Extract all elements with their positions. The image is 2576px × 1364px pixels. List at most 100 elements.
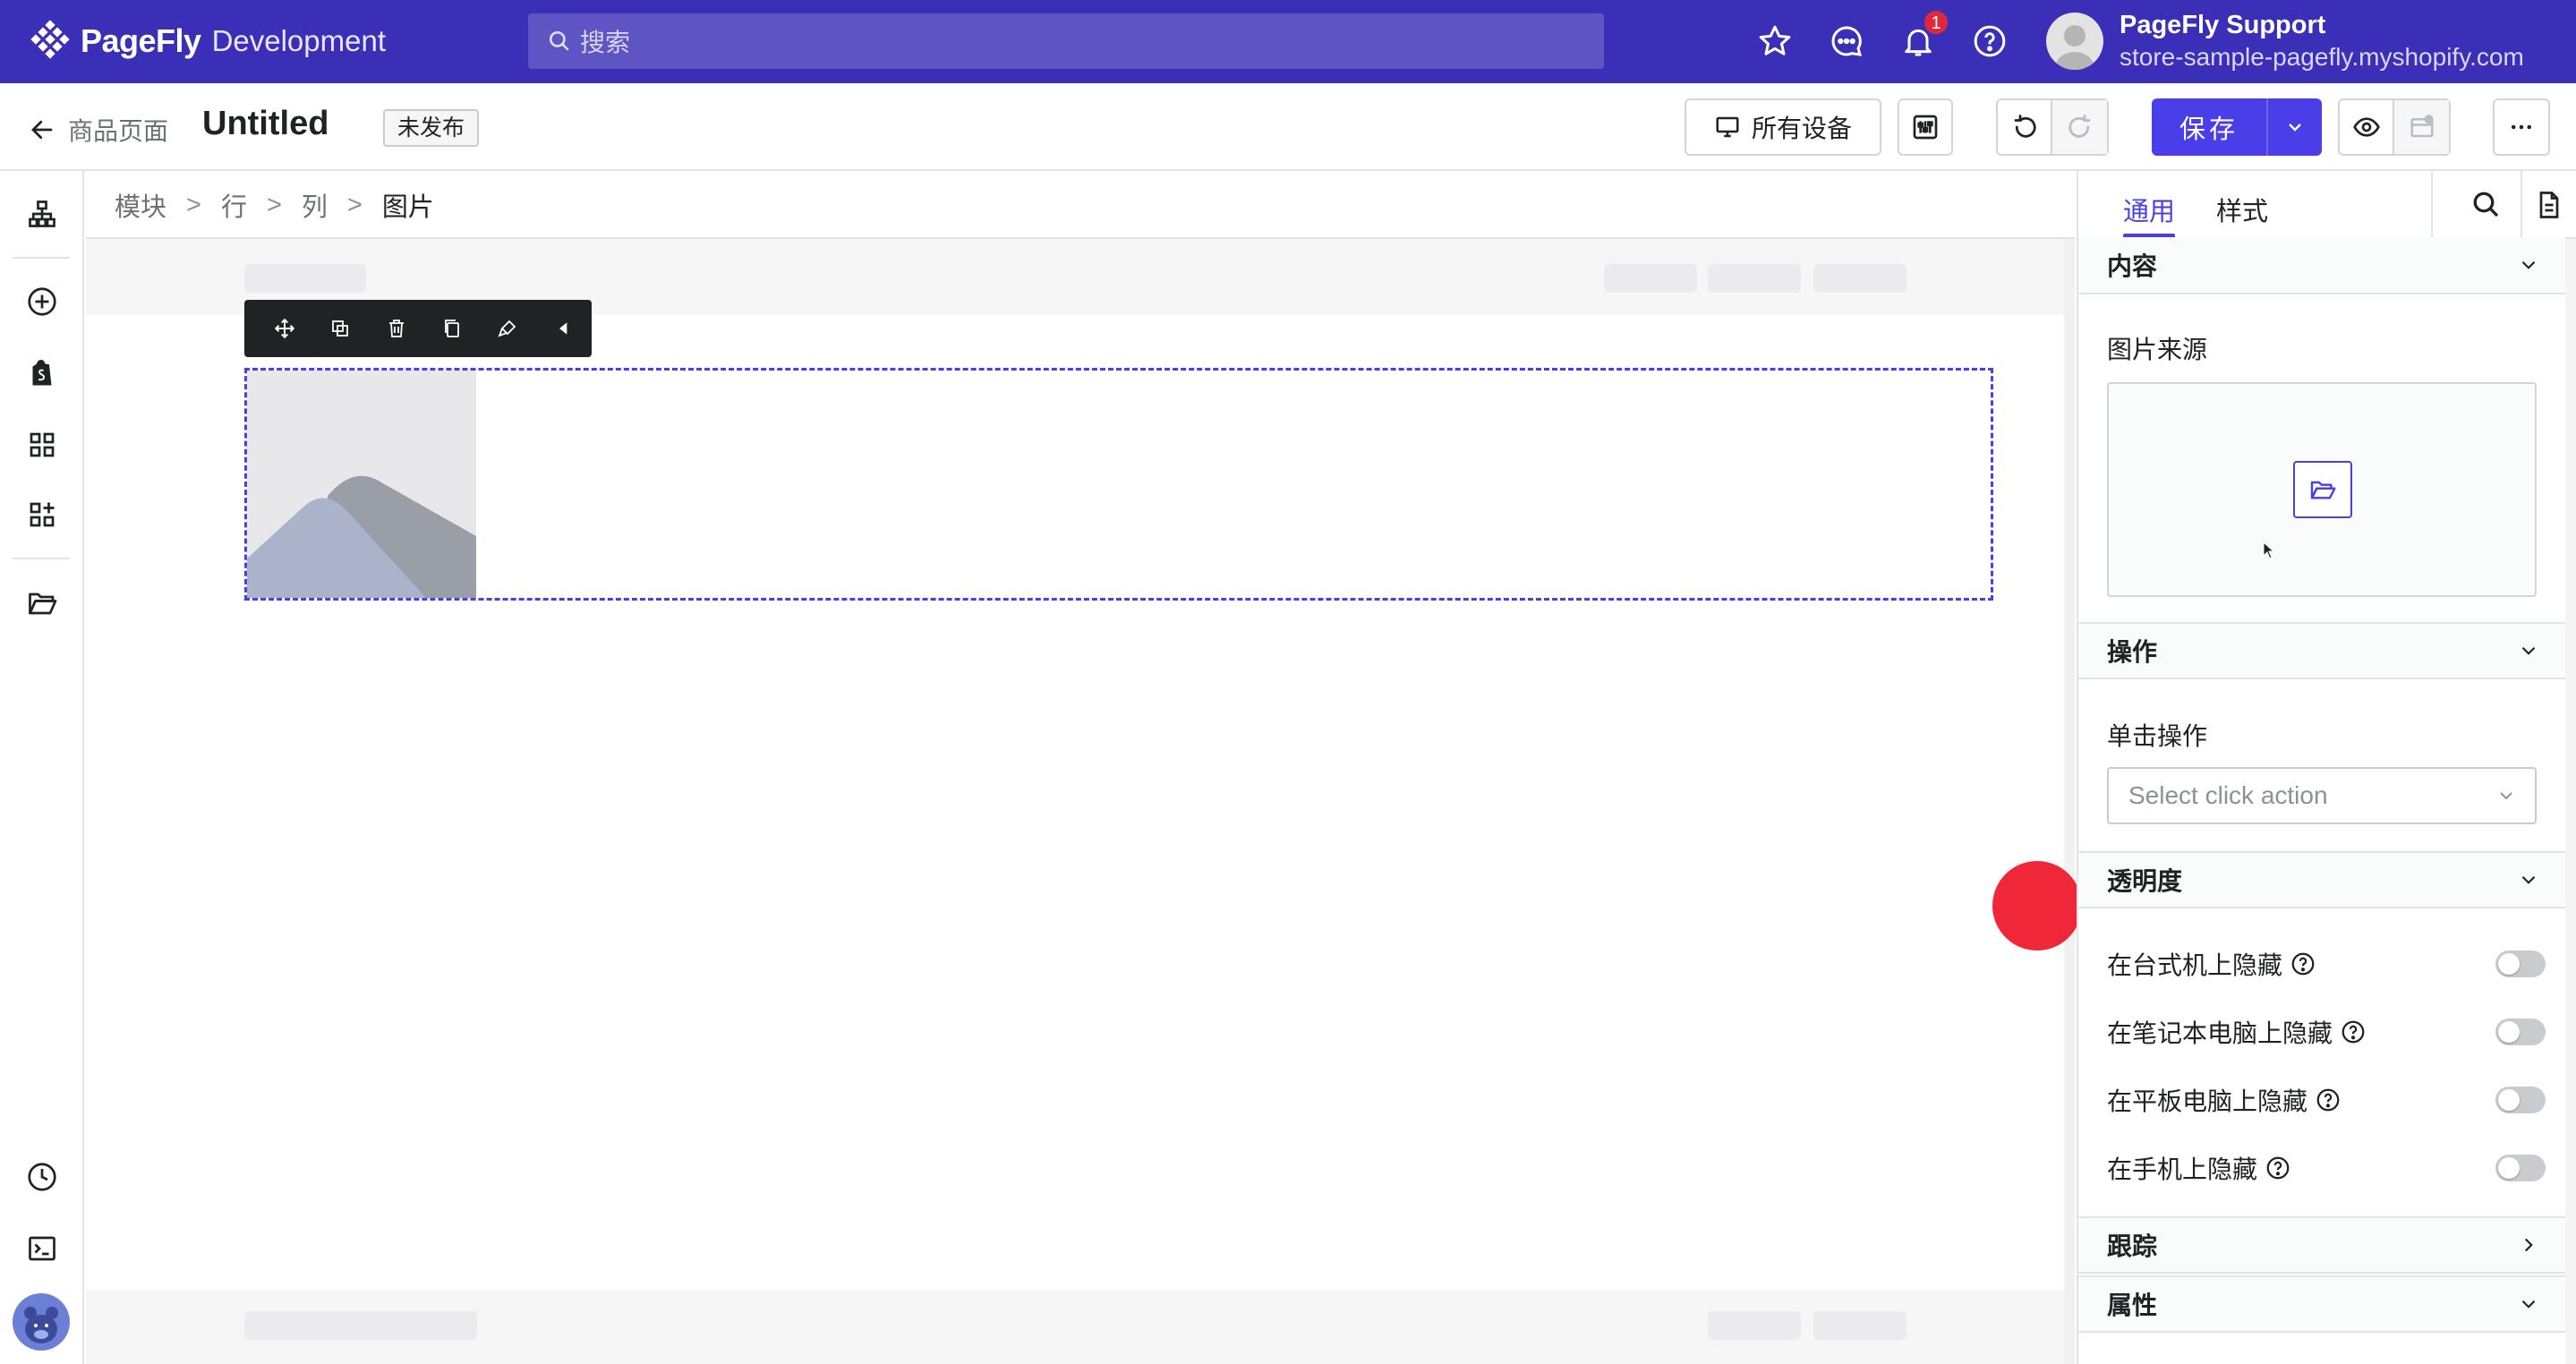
panel-scrollbar[interactable] <box>2565 239 2576 1364</box>
delete-button[interactable] <box>369 300 424 357</box>
footer-placeholder <box>1708 1311 1801 1340</box>
tab-style[interactable]: 样式 <box>2216 191 2268 228</box>
undo-button[interactable] <box>1998 100 2053 154</box>
save-options-button[interactable] <box>2268 116 2322 138</box>
section-visibility-title: 透明度 <box>2107 867 2183 895</box>
breadcrumb-item-row[interactable]: 行 <box>221 186 247 224</box>
header-placeholder <box>1708 264 1801 293</box>
hide-laptop-row: 在笔记本电脑上隐藏 <box>2107 1012 2546 1052</box>
redo-button[interactable] <box>2052 100 2107 154</box>
breadcrumb-item-module[interactable]: 模块 <box>115 186 166 224</box>
settings-sliders-button[interactable] <box>1898 98 1953 156</box>
add-element-icon[interactable] <box>26 286 58 318</box>
question-icon[interactable] <box>2265 1155 2291 1181</box>
footer-placeholder <box>244 1311 477 1340</box>
star-icon[interactable] <box>1757 23 1793 59</box>
section-tracking-title: 跟踪 <box>2107 1232 2158 1260</box>
duplicate-button[interactable] <box>312 300 368 357</box>
question-icon[interactable] <box>2340 1019 2367 1045</box>
hide-mobile-toggle[interactable] <box>2495 1155 2546 1181</box>
user-store[interactable]: store-sample-pagefly.myshopify.com <box>2120 43 2524 72</box>
select-parent-button[interactable] <box>536 300 592 357</box>
toggle-knob <box>2498 1089 2520 1111</box>
grid-icon[interactable] <box>26 429 58 461</box>
user-name[interactable]: PageFly Support <box>2120 11 2325 40</box>
hide-desktop-label: 在台式机上隐藏 <box>2107 946 2316 982</box>
section-attributes-title: 属性 <box>2107 1292 2158 1319</box>
editor-canvas[interactable] <box>86 239 2064 1364</box>
app-logo[interactable]: PageFly Development <box>29 20 386 63</box>
click-action-select[interactable]: Select click action <box>2107 767 2537 824</box>
more-options-button[interactable] <box>2493 98 2550 156</box>
history-clock-icon[interactable] <box>26 1161 58 1193</box>
image-placeholder-icon <box>247 371 476 598</box>
breadcrumb-item-column[interactable]: 列 <box>302 186 328 224</box>
hide-tablet-toggle[interactable] <box>2495 1087 2546 1113</box>
copy-icon <box>445 320 460 337</box>
section-attributes-header[interactable]: 属性 <box>2078 1275 2565 1333</box>
section-content-header[interactable]: 内容 <box>2078 237 2565 294</box>
image-placeholder[interactable] <box>247 371 476 598</box>
move-icon <box>275 318 295 339</box>
search-input[interactable]: 搜索 <box>528 13 1604 69</box>
move-button[interactable] <box>257 300 312 357</box>
add-section-icon[interactable] <box>26 499 58 531</box>
selected-image-element[interactable] <box>244 368 1993 601</box>
toggle-knob <box>2498 1157 2520 1179</box>
user-silhouette-icon <box>2055 25 2094 70</box>
chat-icon[interactable] <box>1829 23 1864 59</box>
tab-general[interactable]: 通用 <box>2123 191 2175 228</box>
page-title[interactable]: Untitled <box>202 105 328 143</box>
eye-icon <box>2352 117 2380 137</box>
device-selector-button[interactable]: 所有设备 <box>1685 98 1881 156</box>
duplicate-icon <box>332 320 349 337</box>
image-source-label: 图片来源 <box>2107 336 2208 363</box>
hide-mobile-label: 在手机上隐藏 <box>2107 1150 2291 1186</box>
header-placeholder <box>244 264 366 293</box>
chevron-right-icon: > <box>266 190 282 219</box>
hide-mobile-text: 在手机上隐藏 <box>2107 1155 2258 1183</box>
search-icon <box>549 30 569 51</box>
bear-mascot-icon <box>24 1307 58 1343</box>
question-icon[interactable] <box>2315 1087 2341 1113</box>
undo-icon <box>2014 115 2036 138</box>
hide-laptop-toggle[interactable] <box>2495 1019 2546 1045</box>
assistant-avatar[interactable] <box>13 1293 70 1351</box>
pagefly-logo-icon <box>30 20 70 59</box>
desktop-icon <box>1716 116 1739 138</box>
folder-icon[interactable] <box>26 586 58 618</box>
caret-left-icon <box>559 322 567 335</box>
preview-button[interactable] <box>2340 100 2395 154</box>
back-button[interactable]: 商品页面 <box>29 112 168 148</box>
hide-desktop-toggle[interactable] <box>2495 951 2546 977</box>
header-placeholder <box>1813 264 1906 293</box>
shopify-icon[interactable] <box>26 357 58 389</box>
style-brush-button[interactable] <box>480 300 535 357</box>
canvas-scrollbar[interactable] <box>2064 239 2075 1364</box>
hide-tablet-row: 在平板电脑上隐藏 <box>2107 1080 2546 1120</box>
section-visibility-header[interactable]: 透明度 <box>2078 851 2565 908</box>
save-button[interactable]: 保存 <box>2152 98 2322 156</box>
chevron-down-icon <box>2289 124 2301 132</box>
user-avatar[interactable] <box>2046 13 2103 70</box>
tab-divider <box>2431 171 2433 239</box>
back-label: 商品页面 <box>68 117 169 145</box>
document-icon[interactable] <box>2533 189 2565 221</box>
folder-open-icon <box>2310 481 2336 499</box>
code-terminal-icon[interactable] <box>26 1232 58 1265</box>
chevron-right-icon: > <box>186 190 201 219</box>
chevron-down-icon <box>2521 1300 2536 1309</box>
chevron-down-icon <box>2500 792 2512 800</box>
help-icon[interactable] <box>1972 23 2008 59</box>
layers-tree-icon[interactable] <box>26 198 58 230</box>
section-tracking-header[interactable]: 跟踪 <box>2078 1216 2565 1274</box>
open-media-button[interactable] <box>2293 461 2352 518</box>
device-label: 所有设备 <box>1751 115 1852 142</box>
search-icon[interactable] <box>2470 189 2503 221</box>
section-actions-header[interactable]: 操作 <box>2078 622 2565 679</box>
publish-button[interactable] <box>2394 100 2449 154</box>
copy-button[interactable] <box>424 300 480 357</box>
hide-tablet-label: 在平板电脑上隐藏 <box>2107 1082 2341 1118</box>
image-dropzone[interactable] <box>2107 382 2537 597</box>
question-icon[interactable] <box>2290 951 2316 977</box>
